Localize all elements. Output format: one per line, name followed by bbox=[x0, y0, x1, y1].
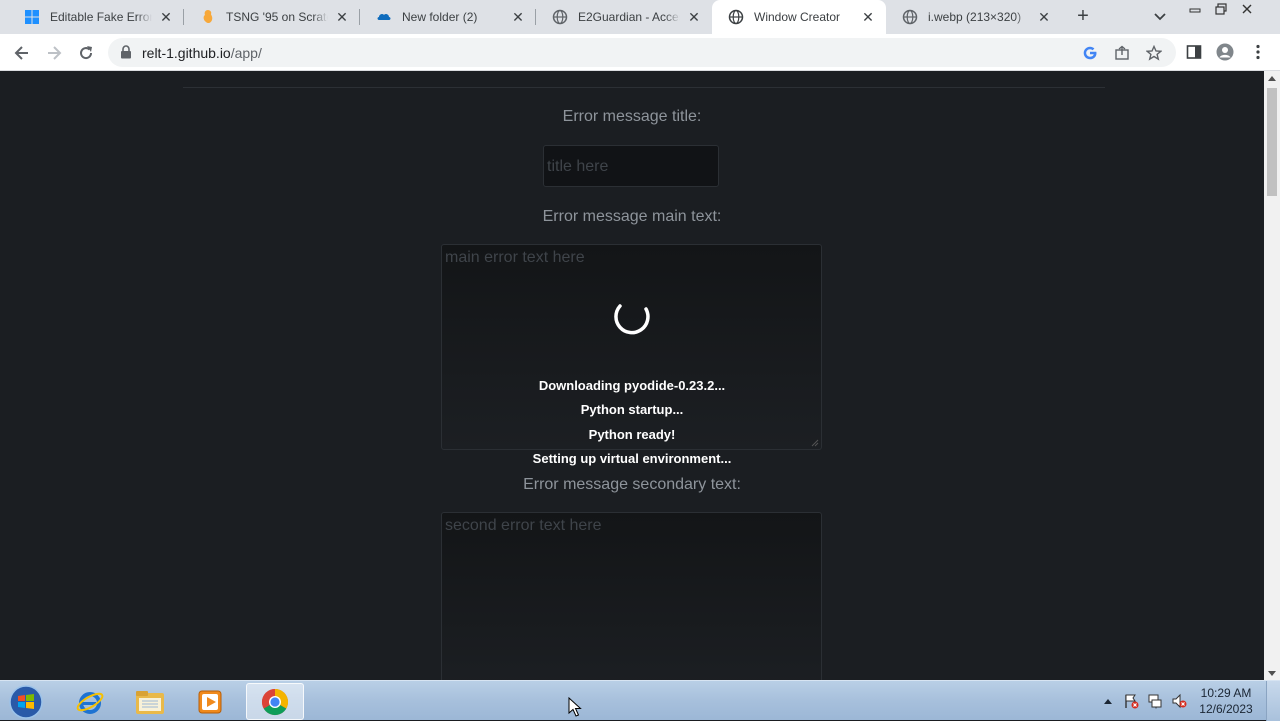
windows-start-orb-icon bbox=[9, 684, 43, 719]
media-player-icon bbox=[198, 690, 222, 713]
internet-explorer-icon bbox=[76, 691, 104, 714]
reload-button[interactable] bbox=[75, 42, 97, 64]
new-tab-button[interactable]: + bbox=[1072, 6, 1094, 28]
close-window-icon[interactable] bbox=[1234, 0, 1260, 18]
tab-title: i.webp (213×320) bbox=[928, 10, 1022, 24]
close-icon[interactable]: ✕ bbox=[1036, 9, 1052, 25]
lock-icon bbox=[121, 45, 131, 59]
loading-message: Downloading pyodide-0.23.2... bbox=[538, 378, 726, 393]
tab-iwebp[interactable]: i.webp (213×320) ✕ bbox=[886, 0, 1062, 34]
show-hidden-icons-arrow-icon[interactable] bbox=[1100, 693, 1116, 709]
google-translate-icon[interactable] bbox=[1082, 45, 1098, 61]
system-clock[interactable]: 10:29 AM 12/6/2023 bbox=[1196, 685, 1256, 717]
tab-title: TSNG '95 on Scratch bbox=[226, 10, 328, 24]
close-icon[interactable]: ✕ bbox=[686, 9, 702, 25]
close-icon[interactable]: ✕ bbox=[510, 9, 526, 25]
scroll-up-arrow-icon[interactable] bbox=[1268, 76, 1276, 81]
network-icon[interactable] bbox=[1147, 693, 1163, 709]
windows-logo-icon bbox=[24, 9, 40, 25]
tab-search-chevron-icon[interactable] bbox=[1151, 8, 1169, 26]
tab-new-folder[interactable]: New folder (2) ✕ bbox=[360, 0, 536, 34]
onedrive-icon bbox=[376, 9, 392, 25]
scroll-down-arrow-icon[interactable] bbox=[1268, 671, 1276, 676]
action-center-flag-icon[interactable] bbox=[1123, 693, 1139, 709]
tab-editable-fake-error[interactable]: Editable Fake Error Sc ✕ bbox=[8, 0, 184, 34]
taskbar: 10:29 AM 12/6/2023 bbox=[0, 680, 1280, 721]
forward-button[interactable] bbox=[43, 42, 65, 64]
restore-icon[interactable] bbox=[1208, 0, 1234, 18]
taskbar-chrome[interactable] bbox=[246, 683, 304, 720]
start-button[interactable] bbox=[6, 683, 46, 720]
close-icon[interactable]: ✕ bbox=[334, 9, 350, 25]
bookmark-star-icon[interactable] bbox=[1146, 45, 1162, 61]
side-panel-icon[interactable] bbox=[1185, 43, 1203, 61]
back-arrow-icon bbox=[14, 46, 28, 60]
tab-title: Window Creator bbox=[754, 10, 841, 24]
globe-icon bbox=[552, 9, 568, 25]
volume-muted-icon[interactable] bbox=[1171, 693, 1187, 709]
secondary-text-textarea[interactable]: second error text here bbox=[441, 512, 822, 680]
browser-toolbar: relt-1.github.io/app/ bbox=[0, 34, 1280, 71]
taskbar-internet-explorer[interactable] bbox=[61, 683, 119, 720]
tab-title: E2Guardian - Access bbox=[578, 10, 680, 24]
secondary-text-placeholder: second error text here bbox=[445, 517, 602, 534]
title-input[interactable]: title here bbox=[543, 145, 719, 187]
loading-message: Setting up virtual environment... bbox=[532, 451, 732, 466]
tab-title: New folder (2) bbox=[402, 10, 478, 24]
loading-message: Python startup... bbox=[580, 402, 684, 417]
mouse-cursor-icon bbox=[568, 697, 582, 717]
scratch-cat-icon bbox=[200, 9, 216, 25]
url-path: /app/ bbox=[230, 45, 262, 61]
close-icon[interactable]: ✕ bbox=[860, 9, 876, 25]
back-button[interactable] bbox=[11, 42, 33, 64]
globe-icon bbox=[902, 9, 918, 25]
tab-strip: Editable Fake Error Sc ✕ TSNG '95 on Scr… bbox=[0, 0, 1280, 34]
main-text-label: Error message main text: bbox=[542, 208, 722, 225]
tab-e2guardian[interactable]: E2Guardian - Access ✕ bbox=[536, 0, 712, 34]
main-text-placeholder: main error text here bbox=[445, 249, 585, 266]
tab-title: Editable Fake Error Sc bbox=[50, 10, 152, 24]
taskbar-file-explorer[interactable] bbox=[121, 683, 179, 720]
reload-icon bbox=[80, 46, 93, 60]
page-scrollbar[interactable] bbox=[1264, 71, 1280, 680]
clock-date: 12/6/2023 bbox=[1199, 702, 1253, 716]
tab-tsng-scratch[interactable]: TSNG '95 on Scratch ✕ bbox=[184, 0, 360, 34]
forward-arrow-icon bbox=[48, 46, 62, 60]
main-text-textarea[interactable]: main error text here bbox=[441, 244, 822, 450]
address-bar[interactable]: relt-1.github.io/app/ bbox=[108, 38, 1176, 67]
share-icon[interactable] bbox=[1114, 45, 1130, 61]
loading-spinner-icon bbox=[614, 304, 650, 335]
taskbar-media-player[interactable] bbox=[181, 683, 239, 720]
tab-window-creator[interactable]: Window Creator ✕ bbox=[712, 0, 886, 34]
loading-message: Python ready! bbox=[588, 427, 676, 442]
divider bbox=[183, 87, 1105, 88]
clock-time: 10:29 AM bbox=[1200, 686, 1252, 700]
chrome-icon bbox=[261, 688, 289, 715]
window-controls bbox=[1182, 0, 1260, 18]
title-label: Error message title: bbox=[562, 108, 702, 125]
scrollbar-thumb[interactable] bbox=[1267, 88, 1277, 196]
minimize-icon[interactable] bbox=[1182, 0, 1208, 18]
show-desktop-button[interactable] bbox=[1266, 681, 1280, 721]
page-viewport: Error message title: title here Error me… bbox=[0, 71, 1264, 680]
url-text: relt-1.github.io/app/ bbox=[142, 45, 262, 61]
close-icon[interactable]: ✕ bbox=[158, 9, 174, 25]
url-host: relt-1.github.io bbox=[142, 45, 231, 61]
file-explorer-icon bbox=[136, 690, 164, 714]
secondary-text-label: Error message secondary text: bbox=[523, 476, 741, 493]
profile-avatar-icon[interactable] bbox=[1216, 43, 1234, 61]
globe-icon bbox=[728, 9, 744, 25]
kebab-menu-icon[interactable] bbox=[1249, 43, 1267, 61]
